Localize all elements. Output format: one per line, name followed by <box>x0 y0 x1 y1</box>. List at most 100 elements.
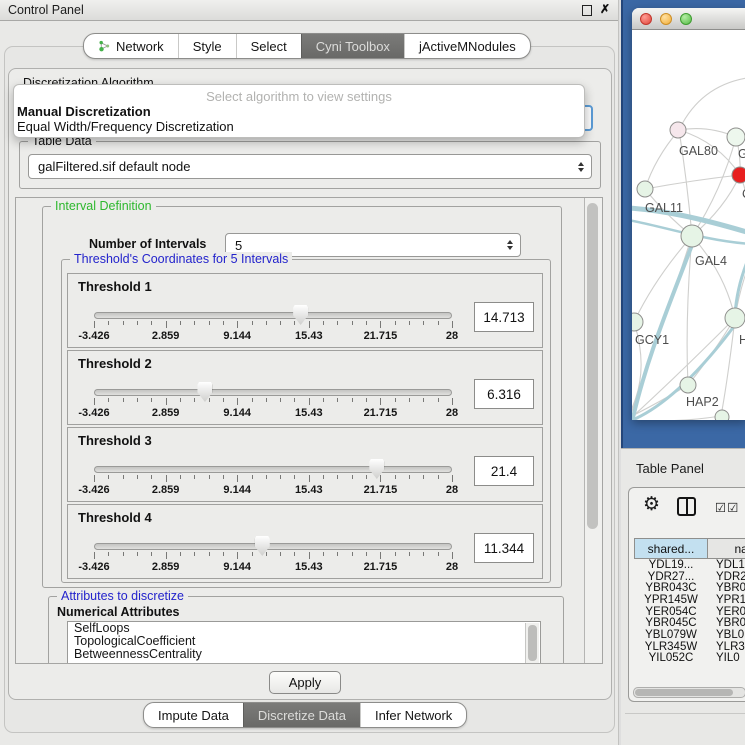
tab-select[interactable]: Select <box>236 34 301 58</box>
table-data-value: galFiltered.sif default node <box>38 159 190 174</box>
slider-track[interactable] <box>94 466 452 473</box>
checkbox-checked-icons[interactable]: ☑☑ <box>715 500 739 515</box>
slider-tick <box>423 552 424 556</box>
node-top-right[interactable] <box>727 128 745 146</box>
slider-track[interactable] <box>94 312 452 319</box>
column-selector-icon[interactable] <box>677 497 696 516</box>
slider-tick <box>237 321 238 328</box>
slider-tick <box>209 321 210 325</box>
table-row[interactable]: YBL079WYBL0 <box>634 629 745 641</box>
dropdown-item-equal-width-frequency[interactable]: Equal Width/Frequency Discretization <box>14 119 584 134</box>
control-panel-titlebar[interactable]: Control Panel ✗ <box>0 0 618 21</box>
table-row[interactable]: YIL052CYIL0 <box>634 653 745 664</box>
slider-tick <box>223 321 224 325</box>
close-traffic-light-icon[interactable] <box>640 13 652 25</box>
slider-tick <box>108 475 109 479</box>
apply-button[interactable]: Apply <box>269 671 341 694</box>
table-row[interactable]: YBR045CYBR0 <box>634 617 745 629</box>
slider-tick-label: 15.43 <box>279 561 339 573</box>
slider-tick <box>409 475 410 479</box>
network-edge[interactable] <box>645 130 679 189</box>
network-edge[interactable] <box>632 416 721 420</box>
slider-tick <box>280 552 281 556</box>
table-panel-region: Table Panel ⚙ ☑☑ shared... name YDL19...… <box>621 448 745 745</box>
node-GAL4[interactable] <box>681 225 703 247</box>
table-row[interactable]: YDL19...YDL1 <box>634 559 745 571</box>
table-row[interactable]: YER054CYER0 <box>634 606 745 618</box>
slider-tick-label: 28 <box>422 561 482 573</box>
slider-tick <box>366 552 367 556</box>
column-header-shared[interactable]: shared... <box>634 538 708 559</box>
threshold-value-field[interactable] <box>474 379 534 409</box>
slider-tick <box>438 398 439 402</box>
tab-network[interactable]: Network <box>84 34 178 58</box>
tab-impute-data[interactable]: Impute Data <box>144 703 243 727</box>
node-left[interactable] <box>637 181 653 197</box>
slider-track[interactable] <box>94 543 452 550</box>
column-header-name[interactable]: name <box>708 538 745 559</box>
attribute-list-item[interactable]: BetweennessCentrality <box>68 648 540 661</box>
gear-icon[interactable]: ⚙ <box>643 493 660 515</box>
vertical-scrollbar[interactable] <box>584 198 602 663</box>
table-row[interactable]: YBR043CYBR0 <box>634 582 745 594</box>
horizontal-scrollbar-thumb[interactable] <box>635 689 733 696</box>
slider-tick <box>309 552 310 559</box>
node-HAP2[interactable] <box>680 377 696 393</box>
tab-cyni-toolbox[interactable]: Cyni Toolbox <box>301 34 404 58</box>
network-edge[interactable] <box>645 175 740 189</box>
network-window-titlebar[interactable] <box>632 8 745 30</box>
slider-thumb[interactable] <box>369 459 384 479</box>
tab-discretize-data[interactable]: Discretize Data <box>243 703 360 727</box>
list-scrollbar[interactable] <box>525 623 539 663</box>
network-edge[interactable] <box>634 236 692 322</box>
slider-thumb[interactable] <box>255 536 270 556</box>
network-icon <box>98 40 111 53</box>
table-row[interactable]: YDR27...YDR2 <box>634 571 745 583</box>
table-row[interactable]: YLR345WYLR3 <box>634 641 745 653</box>
horizontal-scrollbar[interactable] <box>633 687 745 698</box>
slider-tick <box>366 475 367 479</box>
slider-track[interactable] <box>94 389 452 396</box>
slider-tick <box>352 398 353 402</box>
node-bottom-edge[interactable] <box>715 410 729 420</box>
numerical-attributes-list[interactable]: SelfLoopsTopologicalCoefficientBetweenne… <box>67 621 541 664</box>
threshold-label: Threshold 2 <box>78 356 152 371</box>
tab-infer-network[interactable]: Infer Network <box>360 703 466 727</box>
slider-thumb[interactable] <box>197 382 212 402</box>
dropdown-item-manual-discretization[interactable]: Manual Discretization <box>14 104 584 119</box>
number-of-intervals-value: 5 <box>235 238 242 253</box>
node-GCY1[interactable] <box>632 313 643 331</box>
list-scrollbar-thumb[interactable] <box>528 625 537 661</box>
node-right-mid[interactable] <box>725 308 745 328</box>
table-data-combobox[interactable]: galFiltered.sif default node <box>28 154 592 179</box>
network-canvas[interactable]: GAL80GACGAL11GAL4GCY1HHAP2 <box>632 30 745 420</box>
screen: Control Panel ✗ Discretization Algorithm… <box>0 0 745 745</box>
node-pink[interactable] <box>670 122 686 138</box>
vertical-scrollbar-thumb[interactable] <box>587 203 598 529</box>
slider-tick <box>266 398 267 402</box>
tab-jactivemnodules[interactable]: jActiveMNodules <box>404 34 530 58</box>
slider-tick <box>352 321 353 325</box>
zoom-traffic-light-icon[interactable] <box>680 13 692 25</box>
network-view-region: GAL80GACGAL11GAL4GCY1HHAP2 <box>621 0 745 448</box>
close-icon[interactable]: ✗ <box>600 2 610 16</box>
table-row[interactable]: YPR145WYPR1 <box>634 594 745 606</box>
float-window-icon[interactable] <box>582 5 592 16</box>
tab-style[interactable]: Style <box>178 34 236 58</box>
network-edge[interactable] <box>692 236 735 318</box>
threshold-value-field[interactable] <box>474 533 534 563</box>
slider-tick <box>309 475 310 482</box>
threshold-value-field[interactable] <box>474 456 534 486</box>
slider-tick-label: 28 <box>422 407 482 419</box>
node-red[interactable] <box>732 167 745 183</box>
slider-tick-label: 21.715 <box>350 407 410 419</box>
minimize-traffic-light-icon[interactable] <box>660 13 672 25</box>
slider-tick <box>94 398 95 405</box>
slider-tick-label: 9.144 <box>207 407 267 419</box>
slider-tick <box>380 552 381 559</box>
slider-tick <box>395 321 396 325</box>
network-edge-highlighted[interactable] <box>735 262 745 315</box>
network-edge[interactable] <box>679 78 745 130</box>
slider-tick <box>209 398 210 402</box>
threshold-value-field[interactable] <box>474 302 534 332</box>
